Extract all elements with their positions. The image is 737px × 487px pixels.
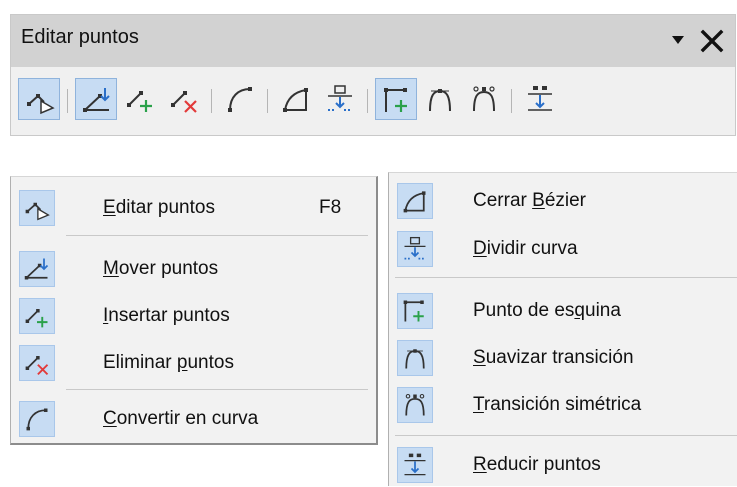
menu-item-label: Punto de esquina bbox=[473, 300, 621, 321]
menu-item-insert-points[interactable]: Insertar puntos bbox=[11, 294, 376, 338]
move-points-icon bbox=[19, 251, 55, 287]
corner-point-icon bbox=[384, 88, 407, 112]
insert-points-button[interactable] bbox=[119, 78, 161, 120]
menu-item-delete-points[interactable]: Eliminar puntos bbox=[11, 341, 376, 385]
menu-item-label: Mover puntos bbox=[103, 258, 219, 279]
menu-item-close-bezier[interactable]: Cerrar Bézier bbox=[389, 179, 737, 223]
menu-item-edit-points[interactable]: Editar puntos F8 bbox=[11, 186, 376, 230]
menu-item-label: Convertir en curva bbox=[103, 408, 259, 429]
menu-item-label: Reducir puntos bbox=[473, 454, 601, 475]
menu-separator bbox=[66, 389, 368, 390]
menu-item-label: Dividir curva bbox=[473, 238, 578, 259]
smooth-transition-icon bbox=[397, 340, 433, 376]
reduce-points-button[interactable] bbox=[519, 78, 561, 120]
separator bbox=[367, 89, 368, 113]
delete-points-icon bbox=[171, 91, 197, 113]
convert-to-curve-icon bbox=[19, 401, 55, 437]
edit-points-icon bbox=[27, 94, 55, 115]
edit-points-icon bbox=[19, 190, 55, 226]
insert-points-icon bbox=[19, 298, 55, 334]
menu-item-split-curve[interactable]: Dividir curva bbox=[389, 227, 737, 271]
menu-item-label: Eliminar puntos bbox=[103, 352, 234, 373]
toolbar-titlebar[interactable]: Editar puntos bbox=[11, 15, 735, 67]
menu-item-label: Editar puntos bbox=[103, 197, 215, 218]
symmetric-transition-button[interactable] bbox=[463, 78, 505, 120]
menu-item-label: Cerrar Bézier bbox=[473, 190, 586, 211]
menu-item-symmetric-transition[interactable]: Transición simétrica bbox=[389, 383, 737, 427]
move-points-icon bbox=[83, 88, 110, 112]
menu-item-smooth-transition[interactable]: Suavizar transición bbox=[389, 336, 737, 380]
delete-points-button[interactable] bbox=[163, 78, 205, 120]
corner-point-icon bbox=[397, 293, 433, 329]
close-icon[interactable] bbox=[697, 27, 727, 55]
menu-item-corner-point[interactable]: Punto de esquina bbox=[389, 289, 737, 333]
menu-separator bbox=[395, 435, 737, 436]
insert-points-icon bbox=[127, 91, 152, 112]
toolbar-title: Editar puntos bbox=[21, 26, 139, 48]
edit-points-button[interactable] bbox=[18, 78, 60, 120]
menu-item-move-points[interactable]: Mover puntos bbox=[11, 247, 376, 291]
move-points-button[interactable] bbox=[75, 78, 117, 120]
convert-to-curve-button[interactable] bbox=[219, 78, 261, 120]
close-bezier-icon bbox=[397, 183, 433, 219]
edit-points-toolbar: Editar puntos bbox=[10, 14, 736, 136]
delete-points-icon bbox=[19, 345, 55, 381]
close-bezier-icon bbox=[283, 88, 308, 112]
smooth-transition-button[interactable] bbox=[419, 78, 461, 120]
menu-item-label: Transición simétrica bbox=[473, 394, 642, 415]
menu-item-reduce-points[interactable]: Reducir puntos bbox=[389, 443, 737, 487]
separator bbox=[211, 89, 212, 113]
menu-separator bbox=[66, 235, 368, 236]
shortcut-label: F8 bbox=[319, 197, 342, 218]
menu-item-label: Suavizar transición bbox=[473, 347, 634, 368]
menu-item-label: Insertar puntos bbox=[103, 305, 230, 326]
smooth-transition-icon bbox=[429, 89, 451, 112]
convert-to-curve-icon bbox=[228, 87, 252, 112]
corner-point-button[interactable] bbox=[375, 78, 417, 120]
split-curve-button[interactable] bbox=[319, 78, 361, 120]
edit-points-menu-left: Editar puntos F8 Mover puntos Insertar p… bbox=[10, 176, 378, 445]
edit-points-menu-right: Cerrar Bézier Dividir curva Punto de esq… bbox=[388, 172, 737, 486]
symmetric-transition-icon bbox=[473, 86, 495, 112]
toolbar-buttons bbox=[11, 69, 735, 131]
menu-item-convert-to-curve[interactable]: Convertir en curva bbox=[11, 397, 376, 441]
split-curve-icon bbox=[328, 85, 352, 111]
menu-separator bbox=[395, 277, 737, 278]
triangle-down-icon[interactable] bbox=[665, 27, 691, 53]
close-bezier-button[interactable] bbox=[275, 78, 317, 120]
separator bbox=[511, 89, 512, 113]
separator bbox=[67, 89, 68, 113]
symmetric-transition-icon bbox=[397, 387, 433, 423]
reduce-points-icon bbox=[528, 86, 552, 111]
split-curve-icon bbox=[397, 231, 433, 267]
reduce-points-icon bbox=[397, 447, 433, 483]
separator bbox=[267, 89, 268, 113]
